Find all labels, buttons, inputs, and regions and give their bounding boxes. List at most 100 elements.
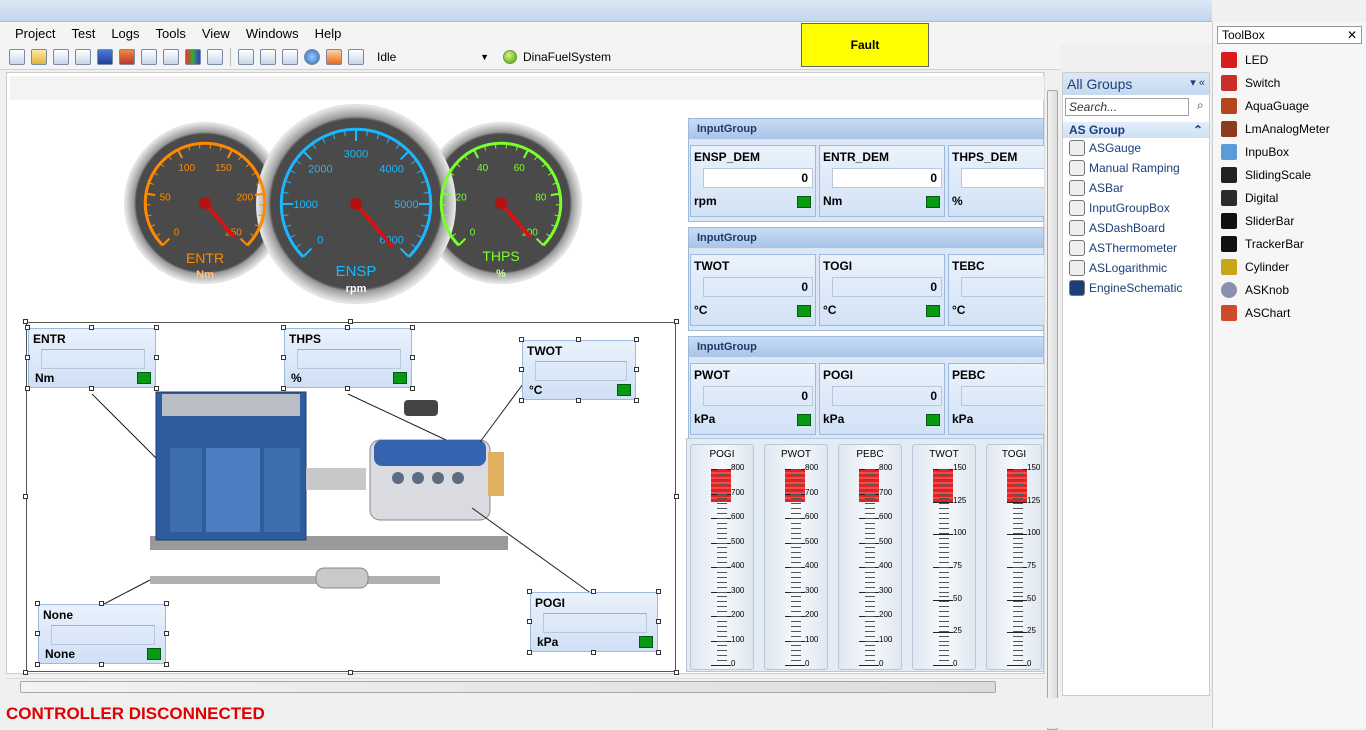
schematic-box-pogi[interactable]: POGI kPa xyxy=(530,592,658,652)
input-cell-tebc[interactable]: TEBC °C xyxy=(948,254,1044,326)
toolbox-item-cylinder[interactable]: Cylinder xyxy=(1213,255,1366,278)
group-item-asthermometer[interactable]: ASThermometer xyxy=(1063,238,1209,258)
input-cell-thps-dem[interactable]: THPS_DEM % xyxy=(948,145,1044,217)
schematic-box-entr[interactable]: ENTR Nm xyxy=(28,328,156,388)
save-icon[interactable] xyxy=(53,49,69,65)
input-group-2[interactable]: InputGroup TWOT 0 °C TOGI 0 °C TEBC °C xyxy=(688,227,1044,331)
resize-handle[interactable] xyxy=(281,386,286,391)
resize-handle[interactable] xyxy=(25,386,30,391)
resize-handle[interactable] xyxy=(35,631,40,636)
as-group-header[interactable]: AS Group ⌃ xyxy=(1063,122,1209,138)
toolbox-item-aquaguage[interactable]: AquaGuage xyxy=(1213,94,1366,117)
input-group-3[interactable]: InputGroup PWOT 0 kPa POGI 0 kPa PEBC kP… xyxy=(688,336,1044,440)
resize-handle[interactable] xyxy=(23,494,28,499)
resize-handle[interactable] xyxy=(576,337,581,342)
group-item-asdashboard[interactable]: ASDashBoard xyxy=(1063,218,1209,238)
resize-handle[interactable] xyxy=(591,589,596,594)
box-value-field[interactable] xyxy=(543,613,647,633)
cell-value-input[interactable]: 0 xyxy=(703,386,813,406)
schematic-box-none[interactable]: None None xyxy=(38,604,166,664)
connect-icon[interactable] xyxy=(260,49,276,65)
resize-handle[interactable] xyxy=(527,619,532,624)
input-cell-pebc[interactable]: PEBC kPa xyxy=(948,363,1044,435)
search-icon[interactable]: ⌕ xyxy=(1197,98,1204,113)
input-cell-ensp-dem[interactable]: ENSP_DEM 0 rpm xyxy=(690,145,816,217)
bar-chart-icon[interactable] xyxy=(185,49,201,65)
fault-button[interactable]: Fault xyxy=(801,23,929,67)
resize-handle[interactable] xyxy=(281,355,286,360)
resize-handle[interactable] xyxy=(89,325,94,330)
input-cell-togi[interactable]: TOGI 0 °C xyxy=(819,254,945,326)
cell-value-input[interactable]: 0 xyxy=(703,168,813,188)
resize-handle[interactable] xyxy=(410,355,415,360)
input-cell-twot[interactable]: TWOT 0 °C xyxy=(690,254,816,326)
resize-handle[interactable] xyxy=(410,325,415,330)
resize-handle[interactable] xyxy=(99,601,104,606)
resize-handle[interactable] xyxy=(23,670,28,675)
group-item-asbar[interactable]: ASBar xyxy=(1063,178,1209,198)
toolbox-item-aschart[interactable]: ASChart xyxy=(1213,301,1366,324)
new-file-icon[interactable] xyxy=(9,49,25,65)
resize-handle[interactable] xyxy=(164,631,169,636)
group-item-manual-ramping[interactable]: Manual Ramping xyxy=(1063,158,1209,178)
toolbox-item-digital[interactable]: Digital xyxy=(1213,186,1366,209)
resize-handle[interactable] xyxy=(281,325,286,330)
resize-handle[interactable] xyxy=(674,494,679,499)
schematic-box-twot[interactable]: TWOT °C xyxy=(522,340,636,400)
resize-handle[interactable] xyxy=(164,662,169,667)
resize-handle[interactable] xyxy=(410,386,415,391)
collapse-group-icon[interactable]: ⌃ xyxy=(1193,123,1203,137)
resize-handle[interactable] xyxy=(99,662,104,667)
cell-value-input[interactable]: 0 xyxy=(832,386,942,406)
car-icon[interactable] xyxy=(282,49,298,65)
cell-value-input[interactable] xyxy=(961,386,1051,406)
cell-value-input[interactable]: 0 xyxy=(832,277,942,297)
copy-icon[interactable] xyxy=(75,49,91,65)
canvas-vertical-scrollbar[interactable] xyxy=(1044,72,1060,674)
toolbox-item-switch[interactable]: Switch xyxy=(1213,71,1366,94)
resize-handle[interactable] xyxy=(348,319,353,324)
edit-icon[interactable] xyxy=(207,49,223,65)
settings-icon[interactable] xyxy=(238,49,254,65)
vertical-scroll-thumb[interactable] xyxy=(1047,90,1058,730)
resize-handle[interactable] xyxy=(89,386,94,391)
resize-handle[interactable] xyxy=(634,337,639,342)
export-icon[interactable] xyxy=(326,49,342,65)
resize-handle[interactable] xyxy=(164,601,169,606)
resize-handle[interactable] xyxy=(674,670,679,675)
groups-panel-title[interactable]: All Groups xyxy=(1067,76,1132,92)
menu-logs[interactable]: Logs xyxy=(111,26,139,41)
cell-value-input[interactable] xyxy=(961,168,1051,188)
resize-handle[interactable] xyxy=(591,650,596,655)
resize-handle[interactable] xyxy=(656,589,661,594)
cell-value-input[interactable]: 0 xyxy=(832,168,942,188)
input-group-1[interactable]: InputGroup ENSP_DEM 0 rpm ENTR_DEM 0 Nm … xyxy=(688,118,1044,222)
resize-handle[interactable] xyxy=(634,398,639,403)
box-value-field[interactable] xyxy=(297,349,401,369)
globe-icon[interactable] xyxy=(304,49,320,65)
resize-handle[interactable] xyxy=(656,650,661,655)
record-icon[interactable] xyxy=(119,49,135,65)
resize-handle[interactable] xyxy=(576,398,581,403)
menu-view[interactable]: View xyxy=(202,26,230,41)
resize-handle[interactable] xyxy=(345,386,350,391)
resize-handle[interactable] xyxy=(25,355,30,360)
ensp-gauge[interactable] xyxy=(256,104,456,304)
resize-handle[interactable] xyxy=(25,325,30,330)
resize-handle[interactable] xyxy=(527,589,532,594)
resize-handle[interactable] xyxy=(519,398,524,403)
resize-handle[interactable] xyxy=(348,670,353,675)
cell-value-input[interactable]: 0 xyxy=(703,277,813,297)
wave-icon[interactable] xyxy=(163,49,179,65)
menu-project[interactable]: Project xyxy=(15,26,55,41)
input-cell-entr-dem[interactable]: ENTR_DEM 0 Nm xyxy=(819,145,945,217)
script-icon[interactable] xyxy=(348,49,364,65)
sliding-scale-pebc[interactable]: PEBC8007006005004003002001000 xyxy=(838,444,902,670)
open-folder-icon[interactable] xyxy=(31,49,47,65)
sliding-scale-pwot[interactable]: PWOT8007006005004003002001000 xyxy=(764,444,828,670)
group-item-asgauge[interactable]: ASGauge xyxy=(1063,138,1209,158)
resize-handle[interactable] xyxy=(35,662,40,667)
toolbox-item-sliderbar[interactable]: SliderBar xyxy=(1213,209,1366,232)
monitor-icon[interactable] xyxy=(97,49,113,65)
resize-handle[interactable] xyxy=(154,355,159,360)
